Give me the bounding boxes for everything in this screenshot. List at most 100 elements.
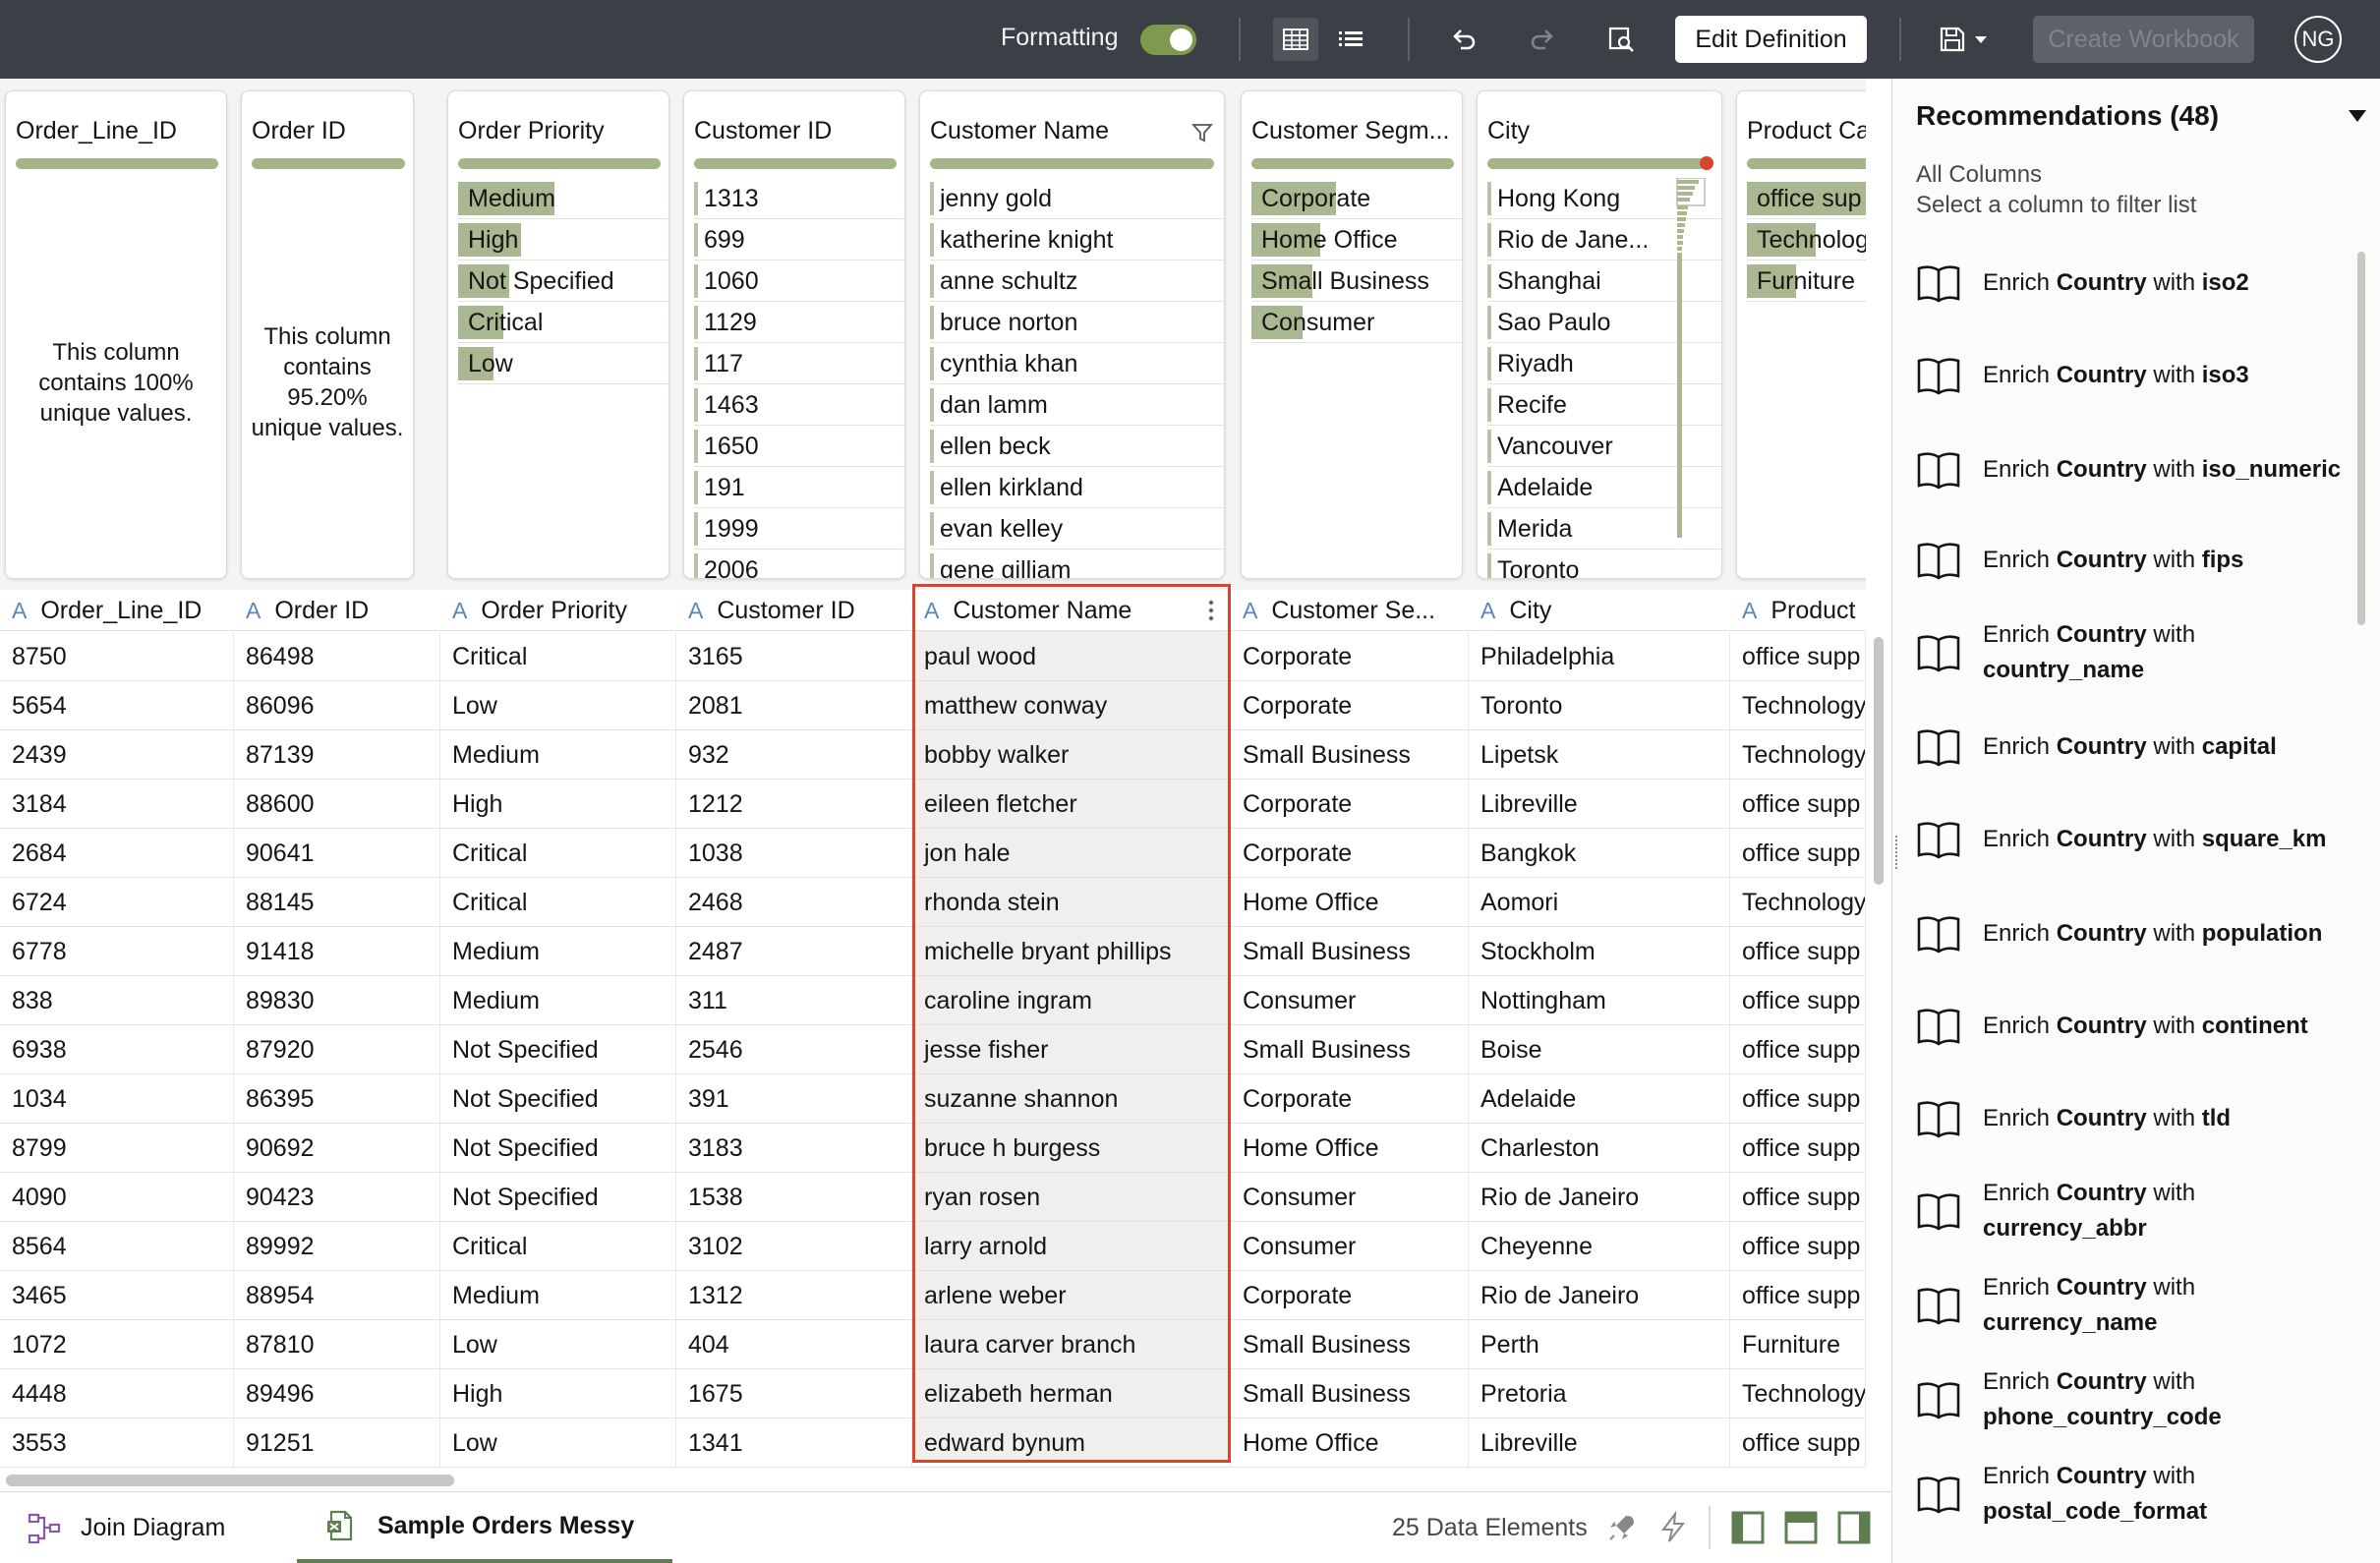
- cell-city[interactable]: Philadelphia: [1469, 632, 1730, 681]
- cell-city[interactable]: Cheyenne: [1469, 1222, 1730, 1271]
- undo-icon[interactable]: [1441, 18, 1486, 61]
- value-bar-row[interactable]: Home Office: [1251, 219, 1462, 260]
- value-bar-row[interactable]: dan lamm: [930, 384, 1224, 426]
- value-bar-row[interactable]: 117: [694, 343, 904, 384]
- value-bar-row[interactable]: 1650: [694, 426, 904, 467]
- scroll-thumb[interactable]: [1874, 637, 1884, 885]
- recommendation-item[interactable]: Enrich Country with phone_country_code: [1892, 1353, 2364, 1447]
- tab-sample-orders-messy[interactable]: Sample Orders Messy: [297, 1492, 672, 1563]
- cell-customer-id[interactable]: 1312: [676, 1271, 912, 1320]
- cell-order-id[interactable]: 87810: [234, 1320, 440, 1369]
- cell-customer-segment[interactable]: Home Office: [1231, 1124, 1469, 1173]
- cell-order-line-id[interactable]: 1034: [0, 1074, 234, 1124]
- filter-icon[interactable]: [1190, 121, 1214, 145]
- value-bar-row[interactable]: evan kelley: [930, 508, 1224, 550]
- table-view-icon[interactable]: [1273, 18, 1318, 61]
- recommendation-item[interactable]: Enrich Country with continent: [1892, 979, 2364, 1073]
- table-row[interactable]: 6778 91418 Medium 2487 michelle bryant phill…: [0, 927, 1866, 976]
- value-bar-row[interactable]: 191: [694, 467, 904, 508]
- cell-order-priority[interactable]: Low: [440, 1320, 676, 1369]
- cell-product[interactable]: office supp: [1730, 927, 1866, 976]
- recommendation-item[interactable]: Enrich Country with population: [1892, 887, 2364, 981]
- value-bar-row[interactable]: office sup: [1747, 178, 1866, 219]
- value-bar-row[interactable]: anne schultz: [930, 260, 1224, 302]
- cell-order-priority[interactable]: Critical: [440, 829, 676, 878]
- cell-order-id[interactable]: 89992: [234, 1222, 440, 1271]
- user-avatar[interactable]: NG: [2294, 16, 2342, 63]
- cell-customer-segment[interactable]: Corporate: [1231, 780, 1469, 829]
- scroll-thumb[interactable]: [6, 1475, 454, 1486]
- cell-city[interactable]: Bangkok: [1469, 829, 1730, 878]
- cell-customer-name[interactable]: michelle bryant phillips: [912, 927, 1231, 976]
- cell-order-id[interactable]: 90641: [234, 829, 440, 878]
- value-bar-row[interactable]: Critical: [458, 302, 668, 343]
- cell-product[interactable]: office supp: [1730, 1418, 1866, 1468]
- cell-customer-name[interactable]: bruce h burgess: [912, 1124, 1231, 1173]
- cell-order-id[interactable]: 89496: [234, 1369, 440, 1418]
- cell-customer-segment[interactable]: Home Office: [1231, 878, 1469, 927]
- cell-customer-name[interactable]: suzanne shannon: [912, 1074, 1231, 1124]
- collapse-caret-icon[interactable]: [2349, 110, 2366, 122]
- cell-customer-segment[interactable]: Corporate: [1231, 1271, 1469, 1320]
- value-bar-row[interactable]: Furniture: [1747, 260, 1866, 302]
- cell-order-line-id[interactable]: 5654: [0, 681, 234, 730]
- cell-city[interactable]: Pretoria: [1469, 1369, 1730, 1418]
- panel-resize-grip[interactable]: [1895, 836, 1899, 869]
- column-header-product[interactable]: A Product: [1730, 590, 1866, 631]
- column-header-order-line-id[interactable]: A Order_Line_ID: [0, 590, 234, 631]
- table-row[interactable]: 1072 87810 Low 404 laura carver branch Small …: [0, 1320, 1866, 1369]
- cell-order-line-id[interactable]: 3184: [0, 780, 234, 829]
- edit-definition-button[interactable]: Edit Definition: [1675, 16, 1867, 63]
- cell-customer-segment[interactable]: Corporate: [1231, 681, 1469, 730]
- cell-customer-id[interactable]: 1212: [676, 780, 912, 829]
- cell-customer-id[interactable]: 3183: [676, 1124, 912, 1173]
- cell-city[interactable]: Rio de Janeiro: [1469, 1173, 1730, 1222]
- cell-customer-id[interactable]: 3102: [676, 1222, 912, 1271]
- redo-icon[interactable]: [1520, 18, 1565, 61]
- cell-customer-segment[interactable]: Small Business: [1231, 927, 1469, 976]
- cell-order-id[interactable]: 88600: [234, 780, 440, 829]
- cell-order-line-id[interactable]: 2439: [0, 730, 234, 780]
- table-row[interactable]: 4448 89496 High 1675 elizabeth herman Small B…: [0, 1369, 1866, 1418]
- table-row[interactable]: 8799 90692 Not Specified 3183 bruce h burges…: [0, 1124, 1866, 1173]
- cell-product[interactable]: office supp: [1730, 1025, 1866, 1074]
- preview-icon[interactable]: [1598, 18, 1644, 61]
- cell-order-line-id[interactable]: 8750: [0, 632, 234, 681]
- profile-card-order-priority[interactable]: Order Priority Medium High Not Specified…: [447, 90, 669, 579]
- value-bar-row[interactable]: ellen beck: [930, 426, 1224, 467]
- cell-customer-segment[interactable]: Small Business: [1231, 1320, 1469, 1369]
- table-row[interactable]: 6938 87920 Not Specified 2546 jesse fisher Sm…: [0, 1025, 1866, 1074]
- column-header-city[interactable]: A City: [1469, 590, 1730, 631]
- cell-city[interactable]: Stockholm: [1469, 927, 1730, 976]
- grid-vertical-scrollbar[interactable]: [1866, 590, 1891, 1465]
- cell-customer-name[interactable]: matthew conway: [912, 681, 1231, 730]
- value-bar-row[interactable]: Medium: [458, 178, 668, 219]
- right-panel-toggle-icon[interactable]: [1836, 1510, 1872, 1545]
- cell-order-line-id[interactable]: 4448: [0, 1369, 234, 1418]
- cell-city[interactable]: Libreville: [1469, 780, 1730, 829]
- cell-customer-name[interactable]: larry arnold: [912, 1222, 1231, 1271]
- cell-city[interactable]: Lipetsk: [1469, 730, 1730, 780]
- table-row[interactable]: 3184 88600 High 1212 eileen fletcher Corporat…: [0, 780, 1866, 829]
- cell-customer-id[interactable]: 2546: [676, 1025, 912, 1074]
- cell-customer-id[interactable]: 2487: [676, 927, 912, 976]
- cell-customer-name[interactable]: jesse fisher: [912, 1025, 1231, 1074]
- cell-order-id[interactable]: 87139: [234, 730, 440, 780]
- cell-order-line-id[interactable]: 838: [0, 976, 234, 1025]
- table-row[interactable]: 8750 86498 Critical 3165 paul wood Corporate P…: [0, 632, 1866, 681]
- value-bar-row[interactable]: 699: [694, 219, 904, 260]
- profile-card-order-line-id[interactable]: Order_Line_ID This column contains 100% …: [5, 90, 227, 579]
- value-bar-row[interactable]: katherine knight: [930, 219, 1224, 260]
- cell-city[interactable]: Perth: [1469, 1320, 1730, 1369]
- table-row[interactable]: 1034 86395 Not Specified 391 suzanne shannon…: [0, 1074, 1866, 1124]
- cell-order-line-id[interactable]: 2684: [0, 829, 234, 878]
- value-bar-row[interactable]: 2006: [694, 550, 904, 578]
- cell-order-priority[interactable]: Medium: [440, 1271, 676, 1320]
- cell-order-priority[interactable]: High: [440, 1369, 676, 1418]
- cell-order-id[interactable]: 86498: [234, 632, 440, 681]
- cell-order-priority[interactable]: Critical: [440, 878, 676, 927]
- cell-customer-segment[interactable]: Home Office: [1231, 1418, 1469, 1468]
- table-row[interactable]: 838 89830 Medium 311 caroline ingram Consumer…: [0, 976, 1866, 1025]
- list-view-icon[interactable]: [1328, 18, 1373, 61]
- cell-customer-name[interactable]: paul wood: [912, 632, 1231, 681]
